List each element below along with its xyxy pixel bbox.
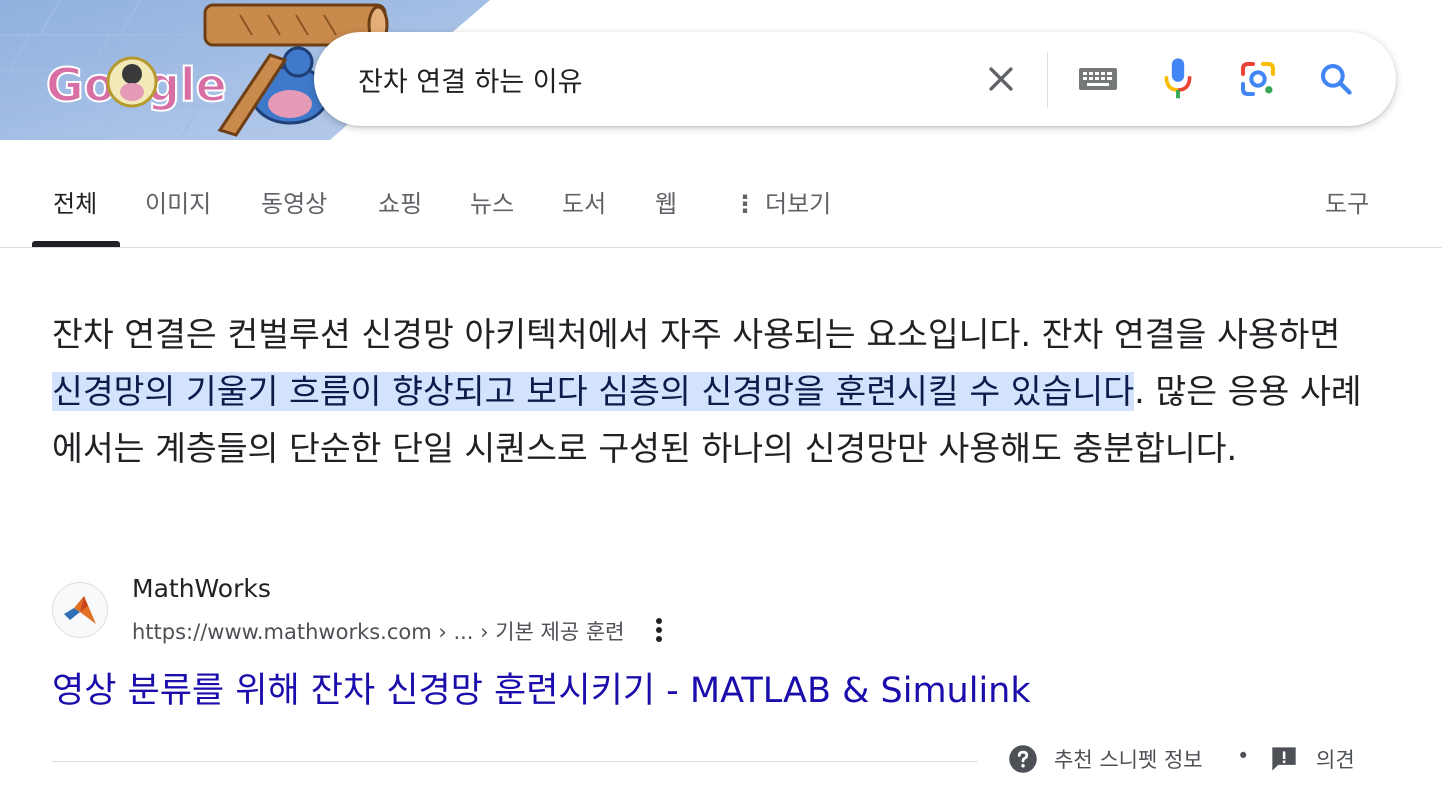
more-vert-icon — [656, 618, 662, 642]
tabs-divider — [0, 247, 1442, 248]
camera-lens-icon — [1241, 62, 1275, 96]
snippet-text-before: 잔차 연결은 컨벌루션 신경망 아키텍처에서 자주 사용되는 요소입니다. 잔차… — [52, 315, 1341, 354]
search-results-page: Google 잔차 연결 하는 이유 — [0, 0, 1442, 804]
microphone-icon — [1164, 58, 1192, 99]
tab-more[interactable]: ⋮ 더보기 — [733, 184, 831, 219]
feedback-link[interactable]: 의견 — [1270, 744, 1355, 774]
search-tabs: 전체 이미지 동영상 쇼핑 뉴스 도서 웹 ⋮ 더보기 도구 — [0, 170, 1442, 248]
source-site-name[interactable]: MathWorks — [132, 574, 271, 603]
tab-shopping[interactable]: 쇼핑 — [378, 184, 422, 219]
result-options-button[interactable] — [645, 612, 673, 648]
lens-search-button[interactable] — [1233, 54, 1283, 104]
tab-all[interactable]: 전체 — [53, 184, 97, 219]
tab-books[interactable]: 도서 — [562, 184, 606, 219]
help-icon — [1009, 745, 1037, 773]
snippet-footer-divider — [52, 761, 978, 762]
keyboard-icon — [1079, 68, 1117, 90]
tools-button[interactable]: 도구 — [1325, 184, 1369, 219]
about-label: 추천 스니펫 정보 — [1054, 748, 1203, 772]
search-icon — [1320, 63, 1352, 95]
search-divider — [1047, 52, 1048, 108]
close-icon — [989, 67, 1013, 91]
more-vert-icon: ⋮ — [733, 190, 757, 218]
featured-snippet-text: 잔차 연결은 컨벌루션 신경망 아키텍처에서 자주 사용되는 요소입니다. 잔차… — [52, 306, 1362, 477]
clear-button[interactable] — [976, 54, 1026, 104]
tab-news[interactable]: 뉴스 — [470, 184, 514, 219]
mathworks-favicon[interactable] — [52, 582, 108, 638]
keyboard-button[interactable] — [1073, 54, 1123, 104]
about-featured-snippets-link[interactable]: 추천 스니펫 정보 — [1008, 744, 1203, 774]
feedback-icon — [1272, 747, 1296, 771]
source-breadcrumb[interactable]: https://www.mathworks.com › ... › 기본 제공 … — [132, 616, 625, 646]
tab-videos[interactable]: 동영상 — [261, 184, 327, 219]
footer-separator: • — [1237, 744, 1250, 768]
tab-images[interactable]: 이미지 — [145, 184, 211, 219]
result-title-link[interactable]: 영상 분류를 위해 잔차 신경망 훈련시키기 - MATLAB & Simuli… — [52, 662, 1031, 713]
tab-more-label: 더보기 — [765, 190, 832, 218]
search-input[interactable]: 잔차 연결 하는 이유 — [358, 60, 582, 99]
feedback-label: 의견 — [1316, 748, 1355, 772]
voice-search-button[interactable] — [1153, 54, 1203, 104]
search-button[interactable] — [1311, 54, 1361, 104]
snippet-highlight: 신경망의 기울기 흐름이 향상되고 보다 심층의 신경망을 훈련시킬 수 있습니… — [52, 372, 1135, 411]
matlab-logo-icon — [64, 596, 96, 624]
search-box[interactable]: 잔차 연결 하는 이유 — [314, 32, 1396, 126]
tab-web[interactable]: 웹 — [655, 184, 677, 219]
